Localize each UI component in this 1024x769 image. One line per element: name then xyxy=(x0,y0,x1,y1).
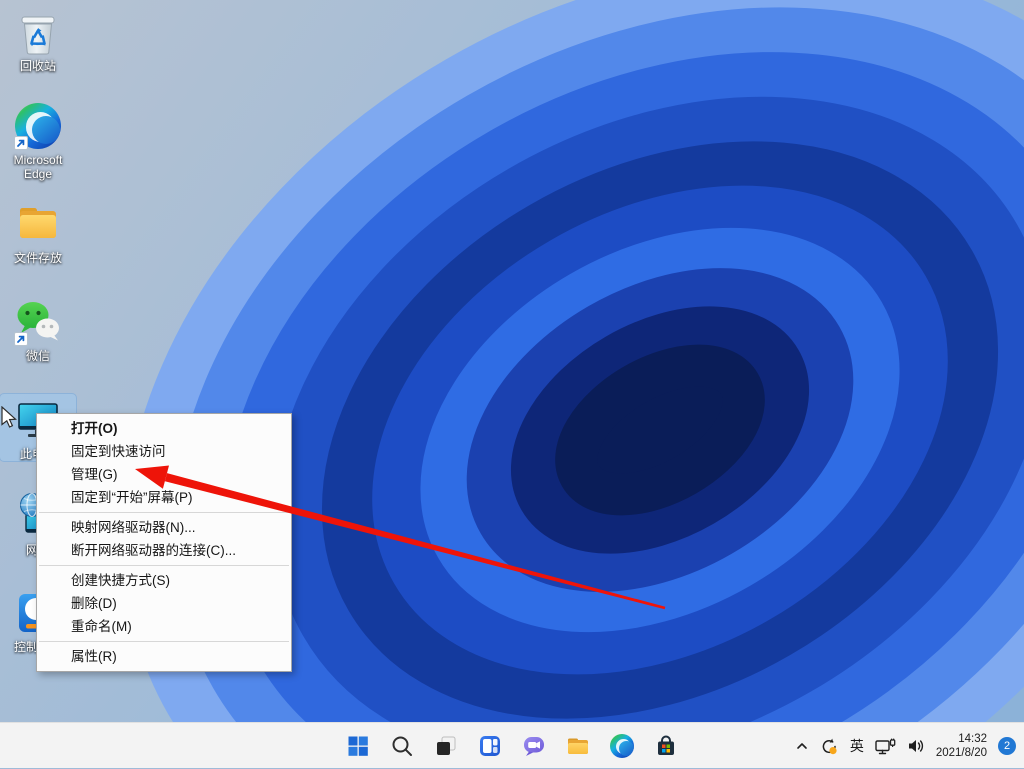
file-explorer-button[interactable] xyxy=(566,734,590,758)
shortcut-arrow-icon xyxy=(14,136,28,150)
update-icon[interactable] xyxy=(820,737,839,756)
search-button[interactable] xyxy=(390,734,414,758)
start-button[interactable] xyxy=(346,734,370,758)
menu-item-pin-to-start[interactable]: 固定到“开始”屏幕(P) xyxy=(37,486,291,509)
clock[interactable]: 14:32 2021/8/20 xyxy=(936,732,987,760)
menu-item-rename[interactable]: 重命名(M) xyxy=(37,615,291,638)
desktop-icon-label: Microsoft Edge xyxy=(0,153,76,181)
menu-item-pin-quick-access[interactable]: 固定到快速访问 xyxy=(37,440,291,463)
menu-item-create-shortcut[interactable]: 创建快捷方式(S) xyxy=(37,569,291,592)
folder-icon xyxy=(14,200,62,248)
wechat-icon xyxy=(14,298,62,346)
menu-item-open[interactable]: 打开(O) xyxy=(37,417,291,440)
edge-icon xyxy=(14,102,62,150)
volume-icon[interactable] xyxy=(907,738,925,754)
recycle-bin-icon xyxy=(14,8,62,56)
clock-time: 14:32 xyxy=(936,732,987,746)
desktop-icon-label: 文件存放 xyxy=(14,251,62,265)
desktop-icon-recycle-bin[interactable]: 回收站 xyxy=(0,6,76,73)
widgets-button[interactable] xyxy=(478,734,502,758)
store-button[interactable] xyxy=(654,734,678,758)
edge-button[interactable] xyxy=(610,734,634,758)
menu-item-manage[interactable]: 管理(G) xyxy=(37,463,291,486)
menu-item-map-network-drive[interactable]: 映射网络驱动器(N)... xyxy=(37,516,291,539)
system-tray: 英 14:32 2021/8/20 2 xyxy=(795,723,1016,769)
taskbar-center-icons xyxy=(346,723,678,769)
menu-separator xyxy=(39,565,289,566)
chat-button[interactable] xyxy=(522,734,546,758)
desktop-icon-file-folder[interactable]: 文件存放 xyxy=(0,198,76,265)
menu-item-disconnect-network-drive[interactable]: 断开网络驱动器的连接(C)... xyxy=(37,539,291,562)
desktop-icon-microsoft-edge[interactable]: Microsoft Edge xyxy=(0,100,76,181)
clock-date: 2021/8/20 xyxy=(936,746,987,760)
menu-item-properties[interactable]: 属性(R) xyxy=(37,645,291,668)
menu-separator xyxy=(39,512,289,513)
desktop-icon-label: 微信 xyxy=(26,349,50,363)
desktop-icon-wechat[interactable]: 微信 xyxy=(0,296,76,363)
notification-badge[interactable]: 2 xyxy=(998,737,1016,755)
context-menu: 打开(O) 固定到快速访问 管理(G) 固定到“开始”屏幕(P) 映射网络驱动器… xyxy=(36,413,292,672)
desktop-icon-label: 回收站 xyxy=(20,59,56,73)
shortcut-arrow-icon xyxy=(14,332,28,346)
menu-item-delete[interactable]: 删除(D) xyxy=(37,592,291,615)
chevron-up-icon[interactable] xyxy=(795,739,809,753)
wired-network-icon[interactable] xyxy=(875,738,896,755)
ime-indicator[interactable]: 英 xyxy=(850,736,864,756)
menu-separator xyxy=(39,641,289,642)
taskbar: 英 14:32 2021/8/20 2 xyxy=(0,722,1024,768)
task-view-button[interactable] xyxy=(434,734,458,758)
